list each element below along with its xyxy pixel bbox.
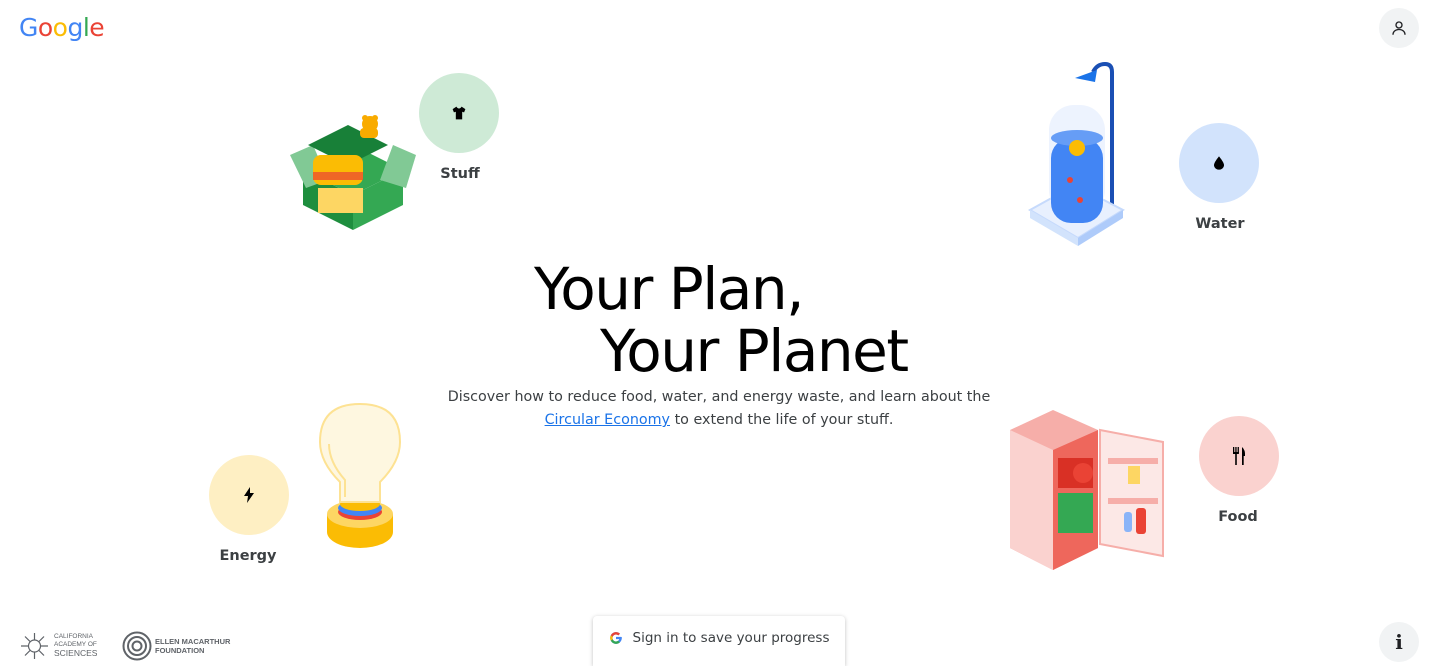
t-shirt-icon [452, 106, 466, 120]
emf-line1: ELLEN MACARTHUR [155, 637, 231, 646]
energy-category-button[interactable] [209, 455, 289, 535]
lightning-bolt-icon [244, 487, 254, 503]
water-label: Water [1195, 216, 1245, 232]
concentric-circles-icon [122, 631, 152, 661]
google-logo[interactable]: Google [19, 13, 105, 42]
stuff-label: Stuff [440, 166, 480, 182]
starburst-icon [21, 633, 48, 659]
energy-label: Energy [219, 548, 277, 564]
cas-line3: SCIENCES [54, 648, 98, 659]
stuff-category-button[interactable] [419, 73, 499, 153]
google-g-icon [609, 632, 622, 644]
google-logo-letter: o [37, 13, 53, 42]
google-logo-letter: G [19, 13, 38, 42]
hero-description-text-end: to extend the life of your stuff. [674, 412, 894, 428]
light-bulb-illustration[interactable] [315, 402, 405, 552]
box-of-clothes-illustration[interactable] [288, 110, 418, 232]
sign-in-button[interactable]: Sign in to save your progress [593, 616, 845, 666]
account-button[interactable] [1379, 8, 1419, 48]
google-logo-letter: o [52, 13, 68, 42]
fridge-illustration[interactable] [1008, 408, 1168, 573]
info-button[interactable]: i [1379, 622, 1419, 662]
person-outline-icon [1392, 21, 1406, 35]
google-logo-letter: g [67, 13, 83, 42]
sign-in-label: Sign in to save your progress [632, 630, 830, 646]
emf-line2: FOUNDATION [155, 645, 205, 655]
food-label: Food [1218, 509, 1258, 525]
hero-description-text: Discover how to reduce food, water, and … [447, 389, 991, 405]
circular-economy-link[interactable]: Circular Economy [545, 412, 670, 428]
food-category-button[interactable] [1199, 416, 1279, 496]
hero-title-line2: Your Planet [600, 317, 909, 385]
fork-knife-icon [1233, 447, 1246, 465]
ellen-macarthur-foundation-logo[interactable]: ELLEN MACARTHUR FOUNDATION [122, 631, 230, 661]
california-academy-of-sciences-logo[interactable]: CALIFORNIA ACADEMY OF SCIENCES [20, 632, 97, 660]
water-category-button[interactable] [1179, 123, 1259, 203]
hero-title-line1: Your Plan, [534, 255, 805, 323]
shower-illustration[interactable] [1025, 60, 1125, 250]
cas-line1: CALIFORNIA [54, 633, 94, 641]
water-drop-icon [1214, 156, 1224, 170]
hero-description: Discover how to reduce food, water, and … [419, 386, 1019, 432]
google-logo-letter: e [89, 13, 105, 42]
